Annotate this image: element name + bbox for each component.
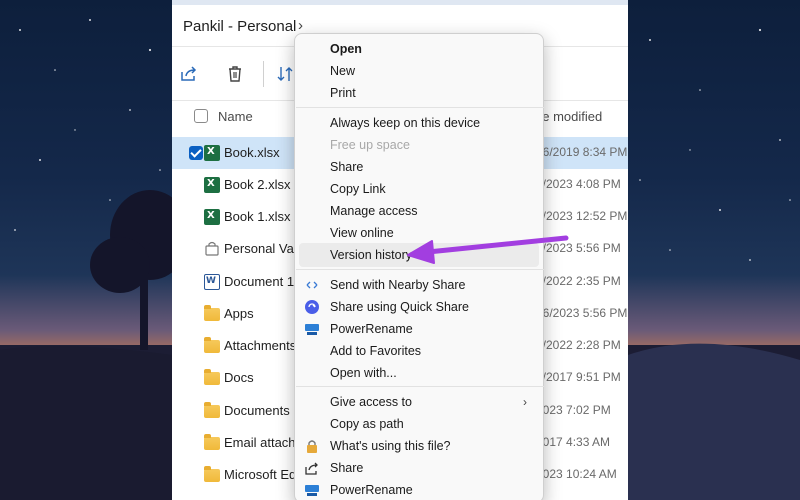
menu-item-manage-access[interactable]: Manage access: [330, 204, 418, 218]
menu-item-open-with[interactable]: Open with...: [330, 366, 397, 380]
folder-icon: [204, 402, 220, 418]
file-date-modified: 5/2022 2:28 PM: [536, 338, 621, 352]
menu-separator: [296, 386, 544, 387]
menu-item-share[interactable]: Share: [330, 461, 363, 475]
powerrename-icon: [304, 321, 320, 337]
share-icon: [304, 460, 320, 476]
file-date-modified: 2023 10:24 AM: [536, 467, 617, 481]
folder-icon: [204, 466, 220, 482]
menu-item-copy-link[interactable]: Copy Link: [330, 182, 386, 196]
menu-item-version-history[interactable]: Version history: [330, 248, 412, 262]
file-name: Document 1.d: [224, 274, 305, 289]
file-name: Book 2.xlsx: [224, 177, 291, 192]
name-column-header[interactable]: Name: [218, 109, 253, 124]
breadcrumb-chevron-icon[interactable]: ›: [298, 17, 303, 34]
powerrename-icon: [304, 482, 320, 498]
file-name: Book 1.xlsx: [224, 209, 291, 224]
menu-item-open[interactable]: Open: [330, 42, 362, 56]
menu-item-view-online[interactable]: View online: [330, 226, 394, 240]
menu-item-free-up-space: Free up space: [330, 138, 410, 152]
menu-item-new[interactable]: New: [330, 64, 355, 78]
submenu-chevron-icon: ›: [523, 395, 527, 409]
menu-separator: [296, 269, 544, 270]
quick-share-icon: [304, 299, 320, 315]
file-name: Documents: [224, 403, 290, 418]
file-date-modified: 26/2019 8:34 PM: [536, 145, 628, 159]
file-date-modified: 2017 4:33 AM: [536, 435, 611, 449]
menu-item-powerrename[interactable]: PowerRename: [330, 483, 413, 497]
sort-icon[interactable]: [275, 64, 295, 84]
file-name: Apps: [224, 306, 254, 321]
file-date-modified: 4/2017 9:51 PM: [536, 370, 621, 384]
file-date-modified: 9/2023 4:08 PM: [536, 177, 621, 191]
file-date-modified: 2023 7:02 PM: [536, 403, 611, 417]
breadcrumb[interactable]: Pankil - Personal: [183, 18, 296, 35]
excel-file-icon: [204, 177, 220, 193]
file-name: Microsoft Edg: [224, 467, 304, 482]
vault-icon: [204, 241, 220, 257]
excel-file-icon: [204, 145, 220, 161]
menu-item-share-using-quick-share[interactable]: Share using Quick Share: [330, 300, 469, 314]
menu-item-always-keep-on-this-device[interactable]: Always keep on this device: [330, 116, 480, 130]
menu-item-add-to-favorites[interactable]: Add to Favorites: [330, 344, 421, 358]
menu-item-copy-as-path[interactable]: Copy as path: [330, 417, 404, 431]
excel-file-icon: [204, 209, 220, 225]
nearby-share-icon: [304, 277, 320, 293]
file-name: Book.xlsx: [224, 145, 280, 160]
file-date-modified: 16/2023 5:56 PM: [536, 306, 628, 320]
folder-icon: [204, 369, 220, 385]
menu-item-give-access-to[interactable]: Give access to: [330, 395, 412, 409]
toolbar-separator: [263, 61, 264, 87]
menu-item-send-with-nearby-share[interactable]: Send with Nearby Share: [330, 278, 466, 292]
file-date-modified: 6/2023 5:56 PM: [536, 241, 621, 255]
file-name: Attachments: [224, 338, 297, 353]
row-checkbox[interactable]: [189, 146, 203, 160]
file-date-modified: 6/2022 2:35 PM: [536, 274, 621, 288]
folder-icon: [204, 337, 220, 353]
menu-item-powerrename[interactable]: PowerRename: [330, 322, 413, 336]
share-icon[interactable]: [179, 64, 199, 84]
folder-icon: [204, 434, 220, 450]
select-all-checkbox[interactable]: [194, 109, 208, 123]
menu-item-what-s-using-this-file[interactable]: What's using this file?: [330, 439, 451, 453]
delete-icon[interactable]: [225, 64, 245, 84]
lock-icon: [304, 438, 320, 454]
file-date-modified: 7/2023 12:52 PM: [536, 209, 628, 223]
menu-item-share[interactable]: Share: [330, 160, 363, 174]
file-name: Docs: [224, 370, 254, 385]
menu-item-print[interactable]: Print: [330, 86, 356, 100]
menu-separator: [296, 107, 544, 108]
word-file-icon: [204, 274, 220, 290]
context-menu: Open New Print Always keep on this device Fr…: [294, 33, 544, 500]
folder-icon: [204, 305, 220, 321]
